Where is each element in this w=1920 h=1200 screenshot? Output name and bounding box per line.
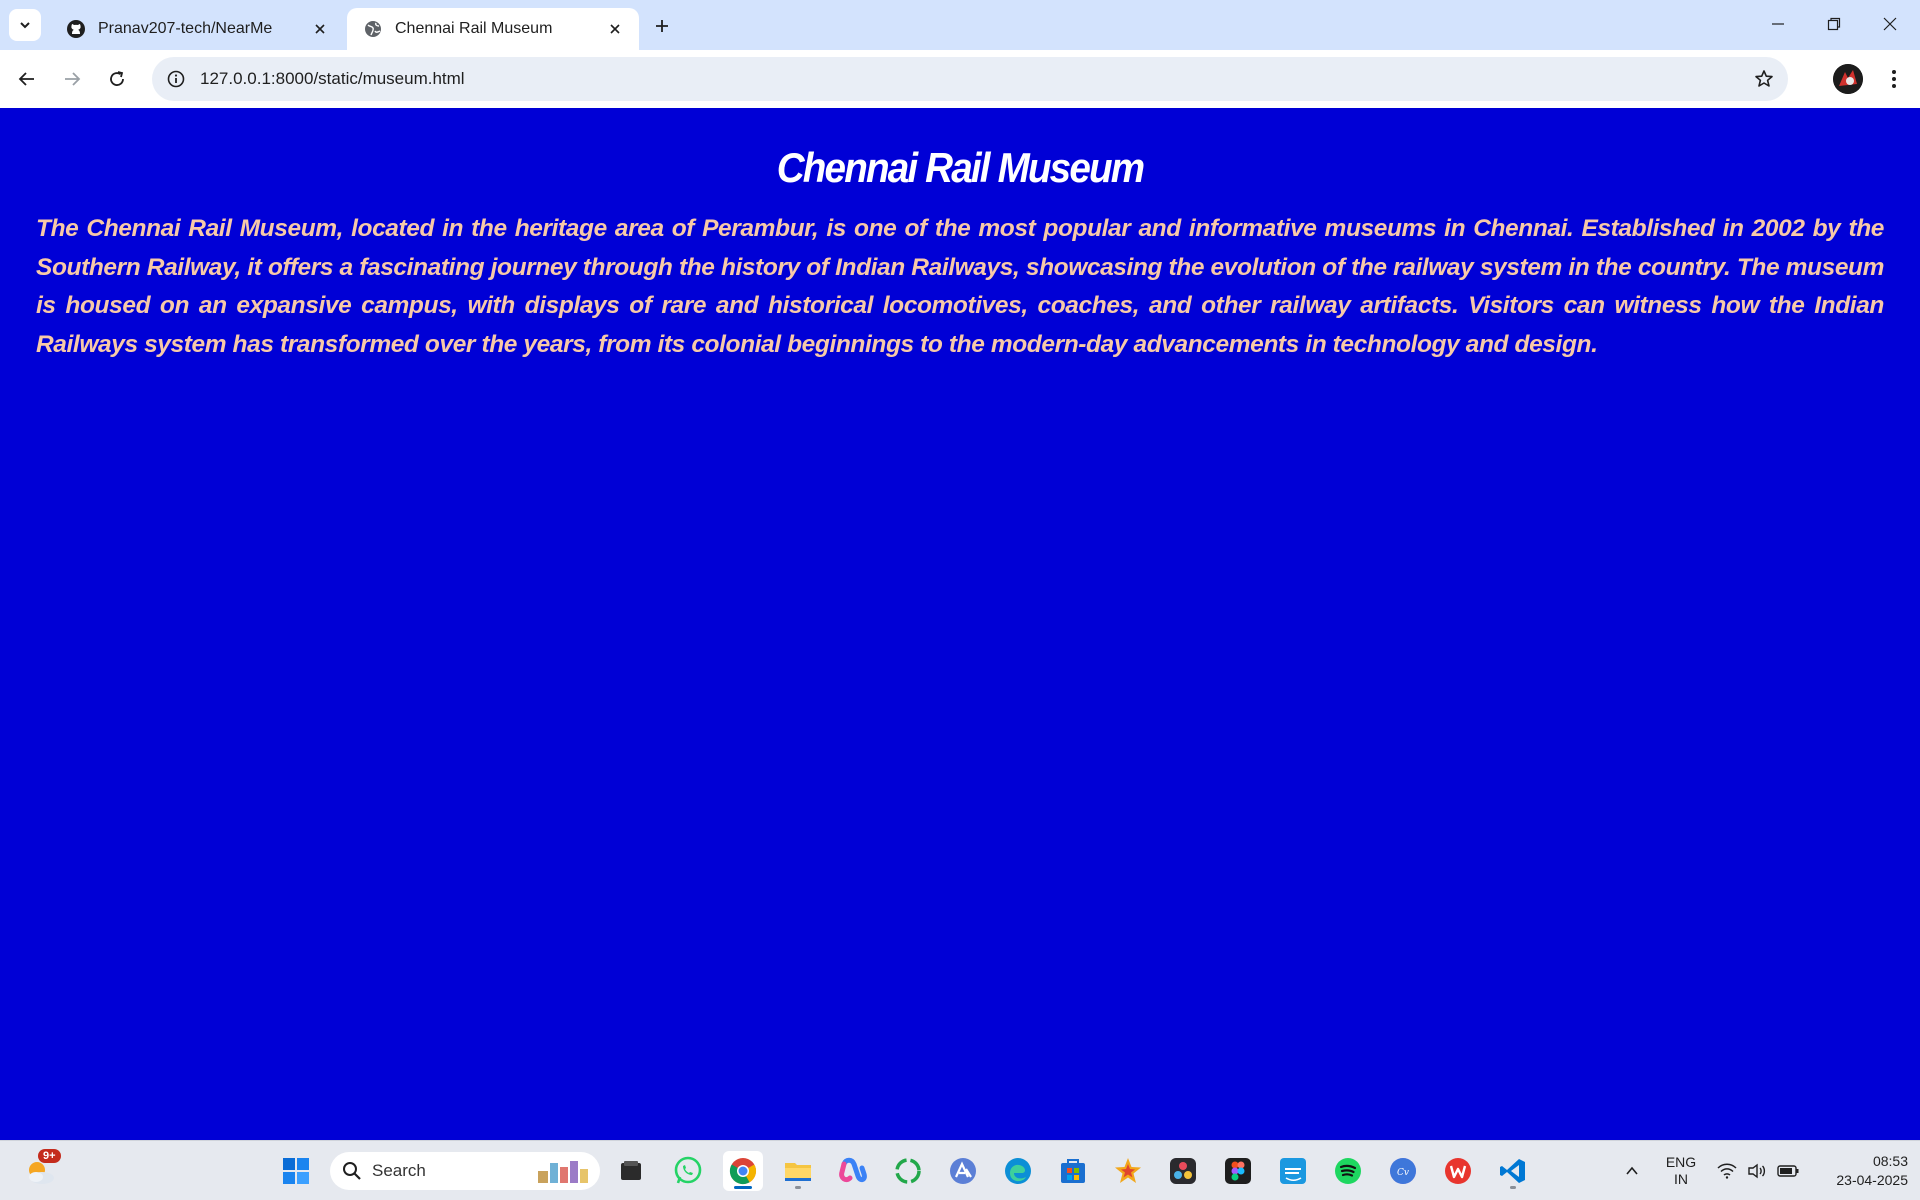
- site-info-icon[interactable]: [162, 65, 190, 93]
- avatar-icon: [1833, 64, 1863, 94]
- taskbar-app[interactable]: [998, 1151, 1038, 1191]
- taskbar-app[interactable]: [833, 1151, 873, 1191]
- canva-icon: Cv: [1390, 1158, 1416, 1184]
- taskbar-app[interactable]: [1438, 1151, 1478, 1191]
- volume-icon: [1748, 1163, 1766, 1179]
- taskbar-search[interactable]: Search: [330, 1152, 600, 1190]
- globe-icon: [363, 19, 383, 39]
- browser-toolbar: 127.0.0.1:8000/static/museum.html: [0, 50, 1920, 108]
- taskbar-app[interactable]: [888, 1151, 928, 1191]
- taskbar-app[interactable]: Cv: [1383, 1151, 1423, 1191]
- taskbar-app[interactable]: [1053, 1151, 1093, 1191]
- reload-button[interactable]: [99, 61, 135, 97]
- show-hidden-icons-button[interactable]: [1612, 1151, 1652, 1191]
- microsoft-store-icon: [1061, 1159, 1085, 1183]
- clock[interactable]: 08:53 23-04-2025: [1808, 1141, 1908, 1200]
- arrow-left-icon: [18, 72, 34, 86]
- spotify-icon: [1335, 1158, 1361, 1184]
- plus-icon: [656, 20, 668, 32]
- taskbar-app[interactable]: [1108, 1151, 1148, 1191]
- bookmark-star-icon[interactable]: [1746, 61, 1782, 97]
- davinci-icon: [1170, 1158, 1196, 1184]
- active-indicator: [734, 1186, 752, 1189]
- profile-avatar[interactable]: [1833, 64, 1863, 94]
- forward-button[interactable]: [54, 61, 90, 97]
- tab-strip: Pranav207-tech/NearMe Chennai Rail Museu…: [0, 0, 1920, 50]
- reload-icon: [110, 71, 124, 86]
- taskbar-app[interactable]: [668, 1151, 708, 1191]
- tab-chennai-rail-museum[interactable]: Chennai Rail Museum: [347, 8, 639, 50]
- tab-title: Chennai Rail Museum: [395, 20, 553, 37]
- arrow-right-icon: [65, 72, 81, 86]
- taskbar-app[interactable]: [778, 1151, 818, 1191]
- refresh-app-icon: [895, 1158, 921, 1184]
- svg-text:Cv: Cv: [1397, 1168, 1409, 1178]
- running-indicator: [795, 1186, 801, 1189]
- chevron-down-icon: [20, 22, 30, 29]
- running-indicator: [1510, 1186, 1516, 1189]
- tab-github[interactable]: Pranav207-tech/NearMe: [50, 8, 344, 50]
- language-code: ENG: [1665, 1154, 1697, 1170]
- date: 23-04-2025: [1836, 1172, 1908, 1188]
- address-bar[interactable]: 127.0.0.1:8000/static/museum.html: [152, 57, 1788, 101]
- chrome-icon: [729, 1158, 757, 1185]
- page-content: Chennai Rail Museum The Chennai Rail Mus…: [0, 108, 1920, 1140]
- region-code: IN: [1674, 1171, 1688, 1187]
- language-indicator[interactable]: ENG IN: [1656, 1141, 1706, 1200]
- close-window-button[interactable]: [1862, 0, 1918, 48]
- copilot-icon: [839, 1157, 867, 1183]
- edge-icon: [1005, 1158, 1031, 1184]
- taskbar-app-chrome[interactable]: [723, 1151, 763, 1191]
- system-tray[interactable]: [1710, 1141, 1806, 1200]
- vscode-icon: [1500, 1159, 1525, 1183]
- file-manager-icon: [621, 1161, 641, 1180]
- star-app-icon: [1115, 1158, 1141, 1183]
- taskbar-app[interactable]: [1328, 1151, 1368, 1191]
- search-label: Search: [372, 1161, 426, 1180]
- minimize-button[interactable]: [1750, 0, 1806, 48]
- search-icon: [343, 1162, 361, 1180]
- github-icon: [66, 19, 86, 39]
- battery-icon: [1777, 1165, 1799, 1177]
- close-tab-icon[interactable]: [308, 17, 332, 41]
- wps-icon: [1445, 1158, 1471, 1184]
- url-text[interactable]: 127.0.0.1:8000/static/museum.html: [200, 69, 1746, 89]
- arc-icon: [950, 1158, 976, 1184]
- taskbar-app[interactable]: [1493, 1151, 1533, 1191]
- wifi-icon: [1717, 1163, 1737, 1179]
- new-tab-button[interactable]: [648, 12, 676, 40]
- tab-title: Pranav207-tech/NearMe: [98, 20, 273, 37]
- whatsapp-icon: [674, 1156, 702, 1184]
- back-button[interactable]: [9, 61, 45, 97]
- close-icon: [1883, 17, 1897, 31]
- chevron-up-icon: [1626, 1166, 1638, 1175]
- tab-search-button[interactable]: [9, 9, 41, 41]
- start-button[interactable]: [276, 1151, 316, 1191]
- time: 08:53: [1872, 1153, 1908, 1169]
- taskbar-app[interactable]: [611, 1151, 651, 1191]
- notification-badge: 9+: [38, 1149, 61, 1163]
- restore-icon: [1827, 17, 1841, 31]
- more-vertical-icon: [1892, 70, 1896, 88]
- figma-icon: [1225, 1158, 1251, 1184]
- prime-video-icon: [1280, 1158, 1306, 1184]
- taskbar: 9+ Search Cv ENG IN 08:53 23-04-2025: [0, 1140, 1920, 1200]
- windows-start-icon: [283, 1158, 309, 1184]
- restore-button[interactable]: [1806, 0, 1862, 48]
- close-tab-icon[interactable]: [603, 17, 627, 41]
- taskbar-app[interactable]: [1218, 1151, 1258, 1191]
- minimize-icon: [1772, 23, 1784, 25]
- browser-menu-button[interactable]: [1876, 61, 1912, 97]
- museum-description: The Chennai Rail Museum, located in the …: [36, 215, 1884, 358]
- search-highlight-icon: [538, 1161, 588, 1183]
- file-explorer-icon: [785, 1163, 811, 1181]
- taskbar-app[interactable]: [943, 1151, 983, 1191]
- taskbar-app[interactable]: [1273, 1151, 1313, 1191]
- page-title: Chennai Rail Museum: [776, 144, 1145, 191]
- taskbar-app[interactable]: [1163, 1151, 1203, 1191]
